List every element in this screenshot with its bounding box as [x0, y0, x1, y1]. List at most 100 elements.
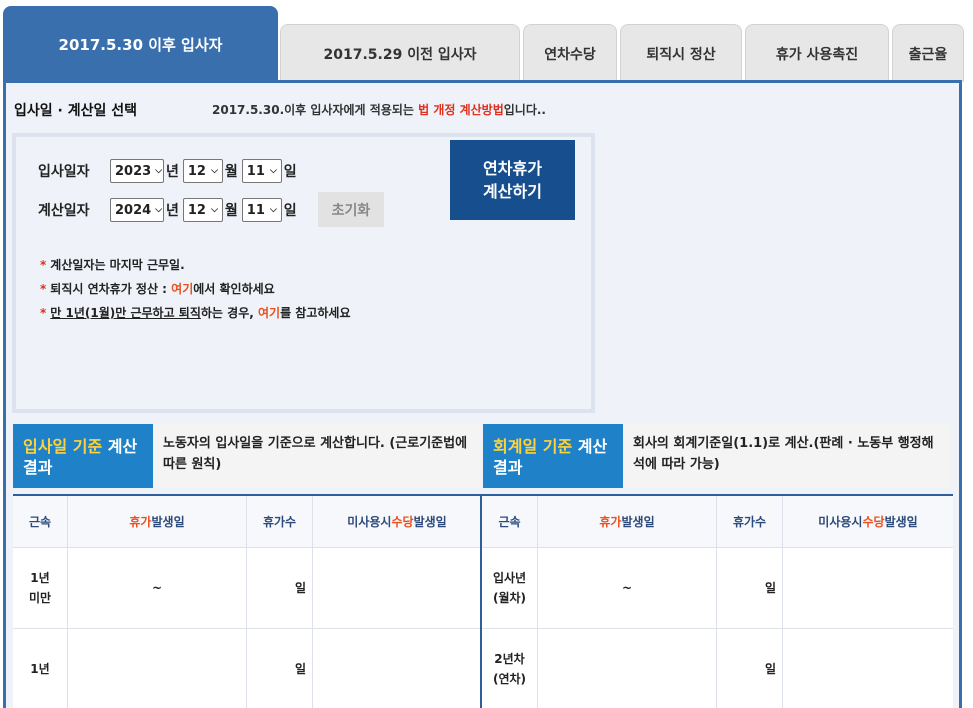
calc-year-select[interactable]: 2024 ⌵: [110, 198, 164, 222]
col-tenure: 근속: [482, 496, 538, 548]
result-table-fiscal-date: 근속 휴가 발생일 휴가수 미사용시 수당 발생일 입사년 (월차) ~ 일 2…: [482, 494, 953, 708]
note-one-year: * 만 1년(1월)만 근무하고 퇴직하는 경우, 여기를 참고하세요: [40, 304, 350, 321]
pay-date-cell: [783, 548, 953, 629]
result-header-fiscal-date: 회계일 기준 계산 결과 회사의 회계기준일(1.1)로 계산.(판례 · 노동…: [483, 424, 951, 488]
col-pay-date-post: 발생일: [884, 514, 918, 529]
one-year-link[interactable]: 여기: [258, 306, 280, 320]
tab-after-2017-5-30[interactable]: 2017.5.30 이후 입사자: [3, 6, 278, 82]
col-leave-count: 휴가수: [717, 496, 783, 548]
col-leave-date-highlight: 휴가: [599, 514, 622, 529]
result-title-highlight: 입사일 기준: [23, 437, 103, 456]
note-retirement: * 퇴직시 연차휴가 정산 : 여기에서 확인하세요: [40, 280, 275, 297]
col-pay-date-pre: 미사용시: [818, 514, 863, 529]
leave-date-cell: ~: [68, 548, 247, 629]
col-leave-date-rest: 발생일: [151, 514, 185, 529]
calc-month-value: 12: [187, 202, 206, 218]
hire-year-value: 2023: [115, 163, 152, 179]
asterisk: *: [40, 306, 47, 320]
calculate-button-line2: 계산하기: [483, 182, 542, 201]
tab-attendance-rate[interactable]: 출근율: [892, 24, 964, 82]
col-leave-date: 휴가 발생일: [538, 496, 717, 548]
table-row: 2년차 (연차) 일: [482, 629, 953, 708]
hire-date-label: 입사일자: [38, 164, 90, 180]
result-desc-fiscal-date: 회사의 회계기준일(1.1)로 계산.(판례 · 노동부 행정해석에 따라 가능…: [623, 424, 951, 488]
calculate-button[interactable]: 연차휴가 계산하기: [450, 140, 575, 220]
leave-count-cell: 일: [717, 548, 783, 629]
col-leave-date: 휴가 발생일: [68, 496, 247, 548]
year-unit: 년: [166, 203, 179, 219]
leave-count-cell: 일: [717, 629, 783, 708]
table-row: 입사년 (월차) ~ 일: [482, 548, 953, 629]
day-unit: 일: [283, 164, 297, 180]
leave-date-cell: ~: [538, 548, 717, 629]
calc-month-select[interactable]: 12 ⌵: [182, 198, 223, 222]
col-pay-date: 미사용시 수당 발생일: [783, 496, 953, 548]
result-table-hire-date: 근속 휴가 발생일 휴가수 미사용시 수당 발생일 1년 미만 ~ 일 1년 일: [13, 494, 481, 708]
calc-day-value: 11: [246, 202, 265, 218]
col-pay-date-post: 발생일: [413, 514, 447, 529]
day-unit: 일: [283, 203, 297, 219]
table-row: 1년 일: [13, 629, 481, 708]
hire-day-value: 11: [246, 163, 265, 179]
asterisk: *: [40, 258, 47, 272]
col-leave-date-highlight: 휴가: [129, 514, 152, 529]
leave-date-cell: [538, 629, 717, 708]
tab-bar: 2017.5.30 이후 입사자 2017.5.29 이전 입사자 연차수당 퇴…: [0, 0, 973, 82]
reset-button[interactable]: 초기화: [318, 192, 384, 227]
tenure-cell: 입사년 (월차): [482, 548, 538, 629]
col-pay-date-highlight: 수당: [862, 514, 885, 529]
tab-before-2017-5-29[interactable]: 2017.5.29 이전 입사자: [280, 24, 520, 82]
result-title-fiscal-date: 회계일 기준 계산 결과: [483, 424, 623, 488]
leave-date-cell: [68, 629, 247, 708]
col-leave-count: 휴가수: [247, 496, 313, 548]
section-description: 2017.5.30.이후 입사자에게 적용되는 법 개정 계산방법입니다..: [212, 101, 546, 118]
section-title: 입사일 · 계산일 선택: [14, 103, 137, 119]
month-unit: 월: [224, 164, 238, 180]
tenure-cell: 1년: [13, 629, 68, 708]
note-text: 하는 경우,: [200, 306, 258, 320]
calculate-button-line1: 연차휴가: [483, 159, 542, 178]
pay-date-cell: [313, 629, 481, 708]
retirement-link[interactable]: 여기: [171, 282, 193, 296]
chevron-down-icon: ⌵: [211, 166, 218, 176]
leave-count-cell: 일: [247, 548, 313, 629]
col-leave-date-rest: 발생일: [621, 514, 655, 529]
hire-day-select[interactable]: 11 ⌵: [241, 159, 282, 183]
hire-month-select[interactable]: 12 ⌵: [182, 159, 223, 183]
note-text: 에서 확인하세요: [193, 282, 275, 296]
chevron-down-icon: ⌵: [155, 166, 163, 176]
section-desc-pre: 2017.5.30.이후 입사자에게 적용되는: [212, 103, 419, 117]
result-title-highlight: 회계일 기준: [493, 437, 573, 456]
asterisk: *: [40, 282, 47, 296]
calc-day-select[interactable]: 11 ⌵: [241, 198, 282, 222]
chevron-down-icon: ⌵: [269, 166, 277, 176]
section-desc-highlight: 법 개정 계산방법: [418, 103, 504, 117]
note-last-workday: * 계산일자는 마지막 근무일.: [40, 256, 185, 273]
result-header-hire-date: 입사일 기준 계산 결과 노동자의 입사일을 기준으로 계산합니다. (근로기준…: [13, 424, 481, 488]
chevron-down-icon: ⌵: [269, 205, 277, 215]
table-row: 1년 미만 ~ 일: [13, 548, 481, 629]
month-unit: 월: [224, 203, 238, 219]
tab-leave-promotion[interactable]: 휴가 사용촉진: [745, 24, 889, 82]
col-pay-date-highlight: 수당: [391, 514, 414, 529]
pay-date-cell: [313, 548, 481, 629]
hire-year-select[interactable]: 2023 ⌵: [110, 159, 164, 183]
calc-year-value: 2024: [115, 202, 152, 218]
calc-date-label: 계산일자: [38, 203, 90, 219]
section-desc-post: 입니다..: [503, 103, 546, 117]
table-header-row: 근속 휴가 발생일 휴가수 미사용시 수당 발생일: [13, 496, 481, 548]
note-text: 퇴직시 연차휴가 정산 :: [50, 282, 172, 296]
tab-retirement-settlement[interactable]: 퇴직시 정산: [620, 24, 742, 82]
note-text: 를 참고하세요: [280, 306, 351, 320]
col-pay-date-pre: 미사용시: [347, 514, 392, 529]
chevron-down-icon: ⌵: [211, 205, 218, 215]
pay-date-cell: [783, 629, 953, 708]
result-title-hire-date: 입사일 기준 계산 결과: [13, 424, 153, 488]
hire-month-value: 12: [187, 163, 206, 179]
table-header-row: 근속 휴가 발생일 휴가수 미사용시 수당 발생일: [482, 496, 953, 548]
chevron-down-icon: ⌵: [155, 205, 163, 215]
leave-count-cell: 일: [247, 629, 313, 708]
col-tenure: 근속: [13, 496, 68, 548]
tab-annual-leave-pay[interactable]: 연차수당: [523, 24, 617, 82]
hire-date-row: 입사일자 2023 ⌵ 년 12 ⌵ 월 11 ⌵ 일: [38, 159, 301, 183]
